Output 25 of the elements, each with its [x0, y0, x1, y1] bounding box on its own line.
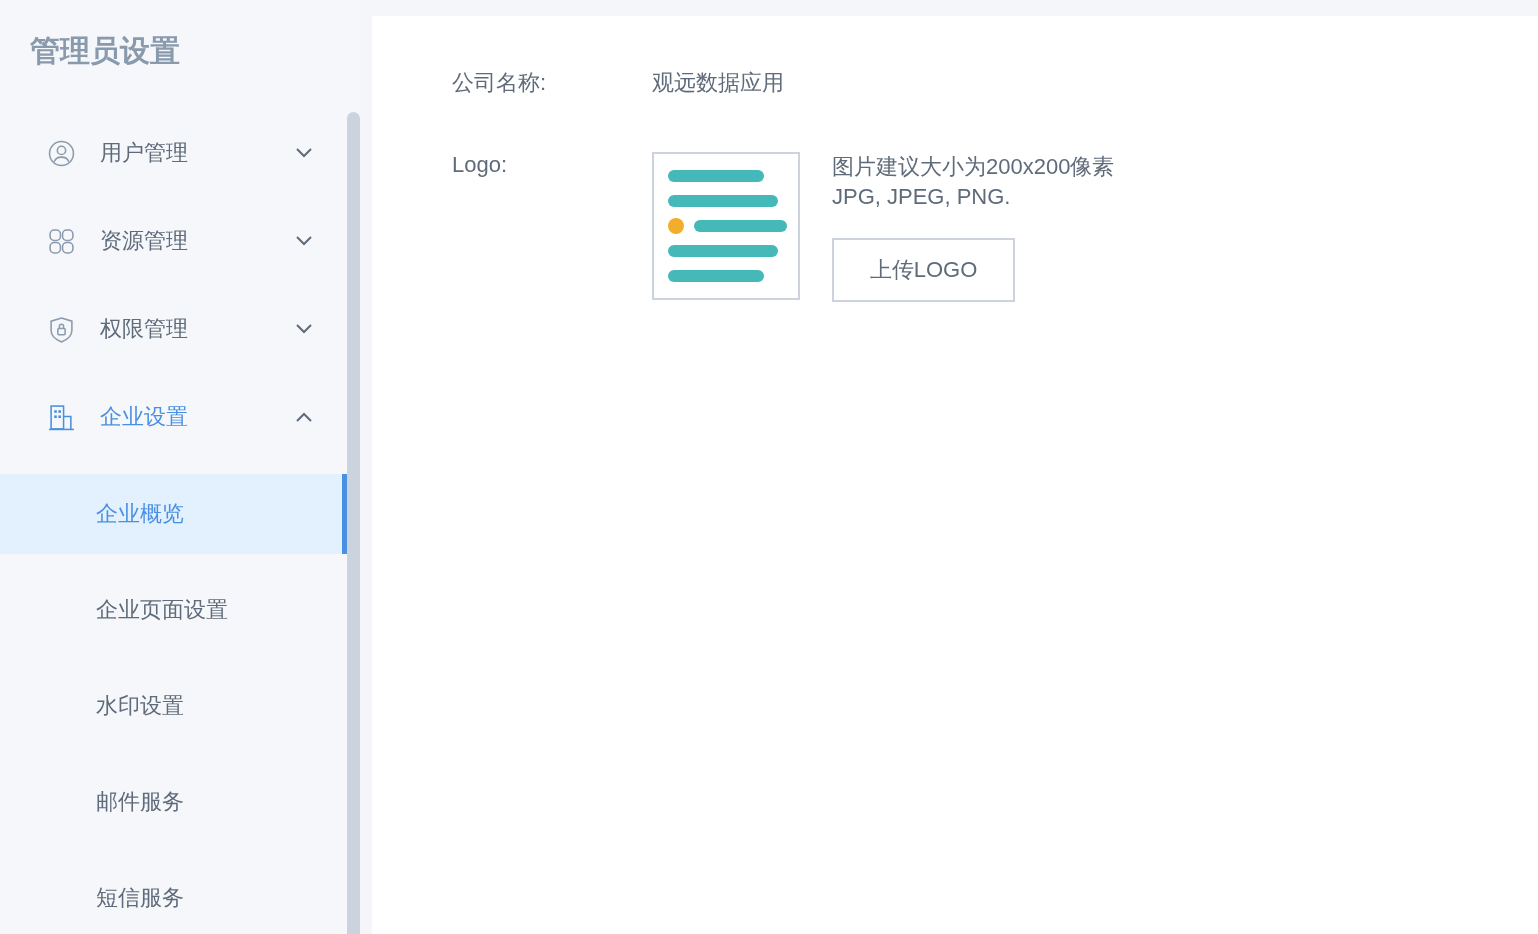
- logo-size-hint: 图片建议大小为200x200像素: [832, 153, 1115, 181]
- menu-group[interactable]: 资源管理: [0, 197, 347, 285]
- chevron-icon: [295, 235, 313, 247]
- grid-icon: [48, 227, 75, 255]
- sidebar-title: 管理员设置: [30, 33, 181, 69]
- building-icon: [48, 403, 75, 431]
- user-icon: [48, 139, 75, 167]
- scrollbar-thumb[interactable]: [347, 112, 360, 934]
- submenu-item[interactable]: 企业概览: [0, 474, 347, 554]
- field-label: Logo:: [452, 152, 509, 179]
- menu-group[interactable]: 企业设置: [0, 373, 347, 461]
- logo-format-hint: JPG, JPEG, PNG.: [832, 183, 1011, 211]
- submenu-item[interactable]: 短信服务: [0, 858, 347, 934]
- chevron-icon: [295, 147, 313, 159]
- menu-group[interactable]: 用户管理: [0, 109, 347, 197]
- chevron-icon: [295, 411, 313, 423]
- submenu-item[interactable]: 水印设置: [0, 666, 347, 746]
- company-name: 观远数据应用: [652, 69, 784, 97]
- menu-group[interactable]: 权限管理: [0, 285, 347, 373]
- upload-logo-button[interactable]: 上传LOGO: [832, 238, 1015, 302]
- chevron-icon: [295, 323, 313, 335]
- submenu-item[interactable]: 邮件服务: [0, 762, 347, 842]
- shield-icon: [48, 315, 75, 343]
- field-label: 公司名称:: [452, 69, 548, 97]
- submenu-item[interactable]: 企业页面设置: [0, 570, 347, 650]
